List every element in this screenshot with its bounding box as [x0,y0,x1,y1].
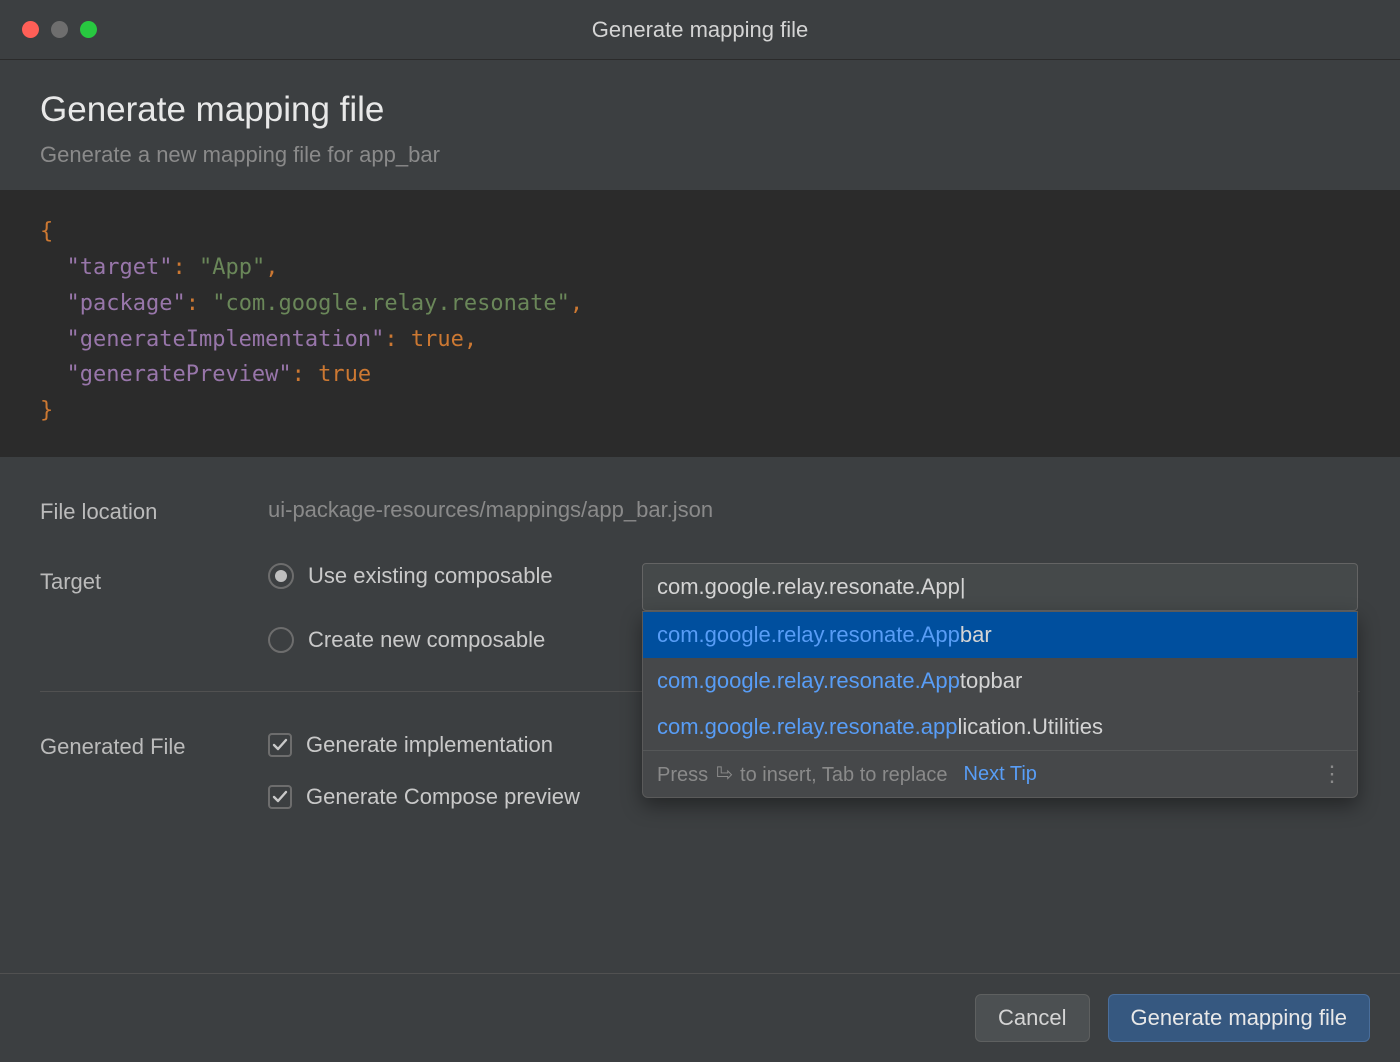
generate-button[interactable]: Generate mapping file [1108,994,1370,1042]
window-controls [0,21,97,38]
target-label: Target [40,563,268,595]
autocomplete-item[interactable]: com.google.relay.resonate.Appbar [643,612,1357,658]
enter-key-icon: ⏎ [716,762,733,787]
autocomplete-hint: Press ⏎ to insert, Tab to replace [657,762,948,787]
dialog-title: Generate mapping file [40,90,1360,130]
radio-create-new[interactable]: Create new composable [268,627,642,653]
autocomplete-footer: Press ⏎ to insert, Tab to replace Next T… [643,750,1357,797]
radio-use-existing[interactable]: Use existing composable [268,563,642,589]
radio-icon [268,563,294,589]
dialog-footer: Cancel Generate mapping file [0,973,1400,1062]
window-title: Generate mapping file [0,17,1400,43]
target-input[interactable] [642,563,1358,611]
radio-icon [268,627,294,653]
check-generate-preview-label: Generate Compose preview [306,784,580,810]
minimize-window-button[interactable] [51,21,68,38]
file-location-value: ui-package-resources/mappings/app_bar.js… [268,497,1360,523]
autocomplete-popup: com.google.relay.resonate.Appbar com.goo… [642,611,1358,798]
json-preview: { "target": "App", "package": "com.googl… [0,190,1400,457]
radio-use-existing-label: Use existing composable [308,563,553,589]
checkbox-icon [268,733,292,757]
autocomplete-item[interactable]: com.google.relay.resonate.Apptopbar [643,658,1357,704]
dialog-header: Generate mapping file Generate a new map… [0,60,1400,190]
maximize-window-button[interactable] [80,21,97,38]
check-generate-implementation[interactable]: Generate implementation [268,732,580,758]
more-options-icon[interactable]: ⋮ [1321,761,1343,787]
autocomplete-item[interactable]: com.google.relay.resonate.application.Ut… [643,704,1357,750]
target-input-wrapper: com.google.relay.resonate.Appbar com.goo… [642,563,1358,611]
radio-create-new-label: Create new composable [308,627,545,653]
close-window-button[interactable] [22,21,39,38]
form-area: File location ui-package-resources/mappi… [0,457,1400,973]
titlebar: Generate mapping file [0,0,1400,60]
check-generate-implementation-label: Generate implementation [306,732,553,758]
file-location-row: File location ui-package-resources/mappi… [40,497,1360,525]
file-location-label: File location [40,497,268,525]
generated-file-checks: Generate implementation Generate Compose… [268,732,580,810]
dialog-subtitle: Generate a new mapping file for app_bar [40,142,1360,168]
cancel-button[interactable]: Cancel [975,994,1089,1042]
target-radio-group: Use existing composable Create new compo… [268,563,642,653]
check-generate-preview[interactable]: Generate Compose preview [268,784,580,810]
target-row: Target Use existing composable Create ne… [40,563,1360,653]
dialog-window: Generate mapping file Generate mapping f… [0,0,1400,1062]
checkbox-icon [268,785,292,809]
next-tip-link[interactable]: Next Tip [964,763,1037,786]
generated-file-label: Generated File [40,732,268,760]
